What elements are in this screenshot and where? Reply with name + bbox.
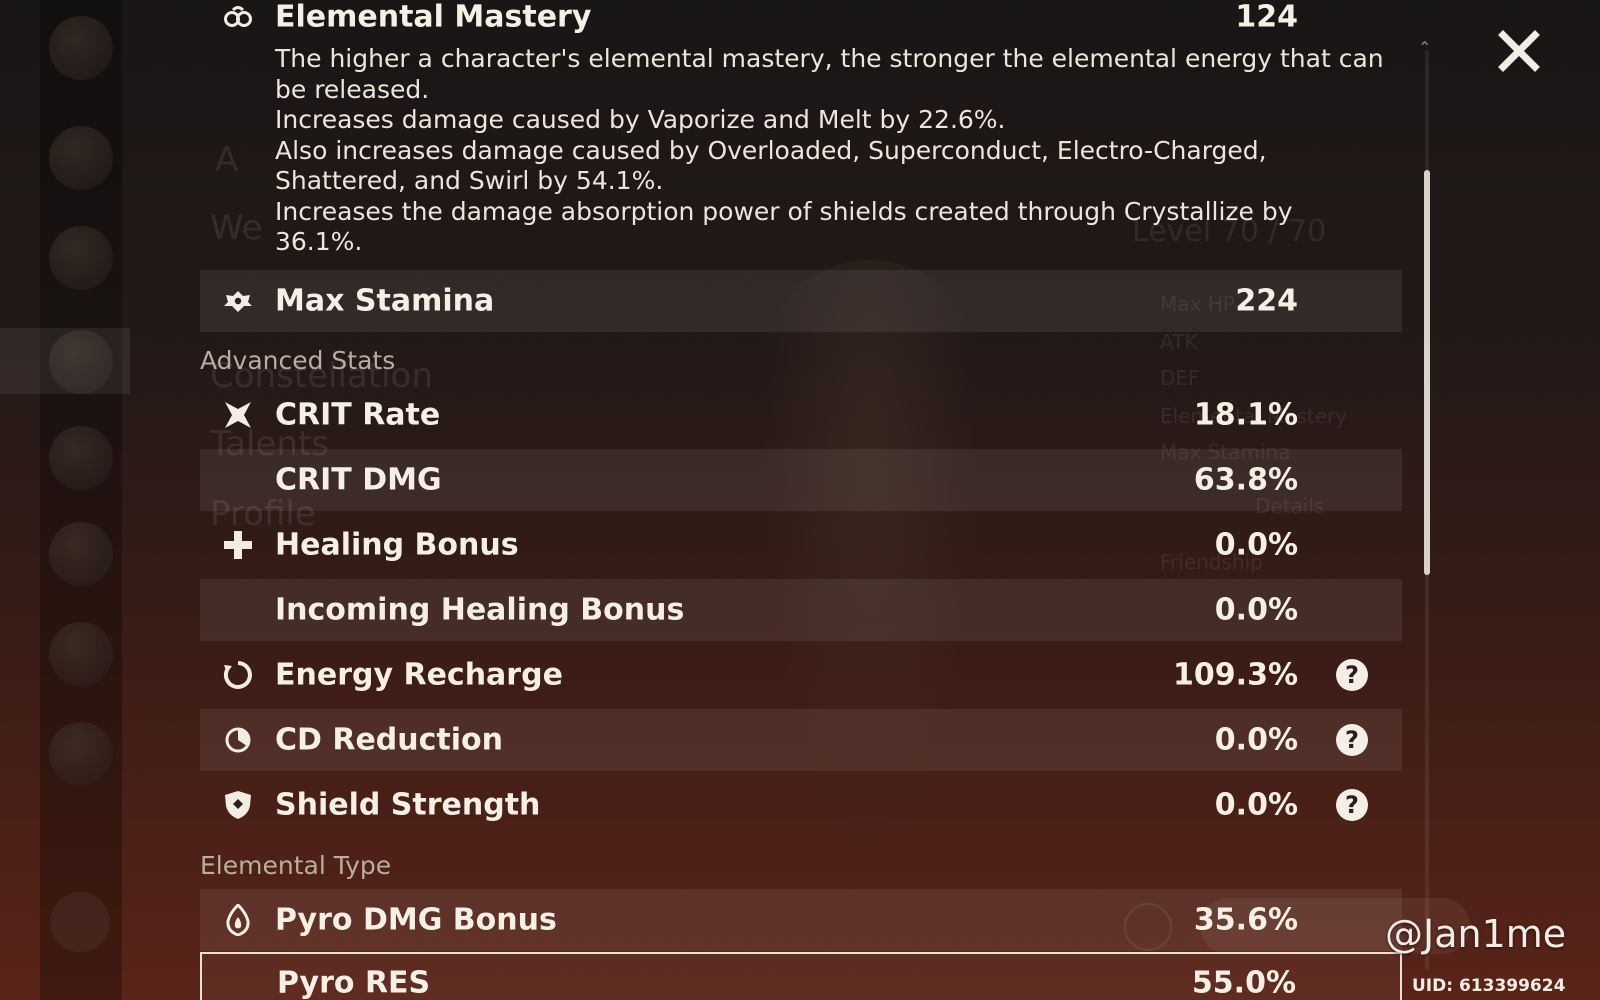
stat-value: 0.0% bbox=[1214, 592, 1298, 628]
scrollbar-thumb[interactable] bbox=[1424, 170, 1430, 575]
energy-recharge-icon bbox=[222, 659, 254, 691]
stat-label: Shield Strength bbox=[275, 787, 541, 823]
bg-menu-button bbox=[50, 892, 110, 952]
stat-row-healing-bonus: Healing Bonus 0.0% bbox=[200, 514, 1402, 576]
stat-label: Healing Bonus bbox=[275, 527, 519, 563]
description-line: Also increases damage caused by Overload… bbox=[275, 135, 1267, 196]
stat-row-crit-rate: CRIT Rate 18.1% bbox=[200, 384, 1402, 446]
help-icon[interactable]: ? bbox=[1336, 724, 1368, 756]
watermark-text: @Jan1me bbox=[1385, 912, 1567, 956]
stat-value: 0.0% bbox=[1214, 722, 1298, 758]
stat-label: Energy Recharge bbox=[275, 657, 563, 693]
attribute-details-panel: Elemental Mastery 124 The higher a chara… bbox=[200, 0, 1402, 1000]
stat-value: 63.8% bbox=[1193, 462, 1298, 498]
uid-label: UID: 613399624 bbox=[1412, 976, 1566, 996]
stat-label: Elemental Mastery bbox=[275, 0, 592, 35]
stat-row-incoming-healing-bonus: Incoming Healing Bonus 0.0% bbox=[200, 579, 1402, 641]
stat-label: CD Reduction bbox=[275, 722, 504, 758]
stat-label: Pyro RES bbox=[277, 965, 431, 1000]
stat-label: Pyro DMG Bonus bbox=[275, 902, 557, 938]
stat-value: 109.3% bbox=[1173, 657, 1298, 693]
stat-value: 35.6% bbox=[1193, 902, 1298, 938]
stat-row-energy-recharge: Energy Recharge 109.3% ? bbox=[200, 644, 1402, 706]
stat-label: CRIT Rate bbox=[275, 397, 441, 433]
stamina-icon bbox=[222, 285, 254, 317]
stat-row-cd-reduction: CD Reduction 0.0% ? bbox=[200, 709, 1402, 771]
stat-value: 0.0% bbox=[1214, 527, 1298, 563]
stat-value: 55.0% bbox=[1191, 965, 1296, 1000]
elemental-mastery-description: The higher a character's elemental maste… bbox=[275, 44, 1385, 258]
healing-cross-icon bbox=[222, 529, 254, 561]
stat-row-crit-dmg: CRIT DMG 63.8% bbox=[200, 449, 1402, 511]
stat-label: CRIT DMG bbox=[275, 462, 442, 498]
section-heading-advanced-stats: Advanced Stats bbox=[200, 346, 396, 375]
stat-row-shield-strength: Shield Strength 0.0% ? bbox=[200, 774, 1402, 836]
pyro-icon bbox=[222, 904, 254, 936]
cd-reduction-icon bbox=[222, 724, 254, 756]
bg-character-sidebar bbox=[40, 0, 122, 1000]
stat-value: 0.0% bbox=[1214, 787, 1298, 823]
stat-row-max-stamina: Max Stamina 224 bbox=[200, 270, 1402, 332]
elemental-mastery-icon bbox=[222, 1, 254, 33]
stat-label: Incoming Healing Bonus bbox=[275, 592, 685, 628]
close-button[interactable] bbox=[1494, 26, 1544, 76]
close-icon bbox=[1498, 30, 1540, 72]
description-line: The higher a character's elemental maste… bbox=[275, 44, 1384, 104]
description-line: Increases the damage absorption power of… bbox=[275, 196, 1293, 257]
crit-icon bbox=[222, 399, 254, 431]
description-line: Increases damage caused by Vaporize and … bbox=[275, 105, 1006, 134]
section-heading-elemental-type: Elemental Type bbox=[200, 851, 392, 880]
stat-label: Max Stamina bbox=[275, 283, 495, 319]
stat-row-elemental-mastery: Elemental Mastery 124 bbox=[200, 0, 1402, 48]
stat-value: 224 bbox=[1235, 283, 1298, 319]
shield-icon bbox=[222, 789, 254, 821]
bg-selected-character bbox=[0, 328, 130, 394]
stat-value: 18.1% bbox=[1193, 397, 1298, 433]
help-icon[interactable]: ? bbox=[1336, 659, 1368, 691]
stat-row-pyro-res[interactable]: Pyro RES 55.0% bbox=[200, 952, 1402, 1000]
stat-value: 124 bbox=[1235, 0, 1298, 35]
stat-row-pyro-dmg-bonus: Pyro DMG Bonus 35.6% bbox=[200, 889, 1402, 951]
help-icon[interactable]: ? bbox=[1336, 789, 1368, 821]
